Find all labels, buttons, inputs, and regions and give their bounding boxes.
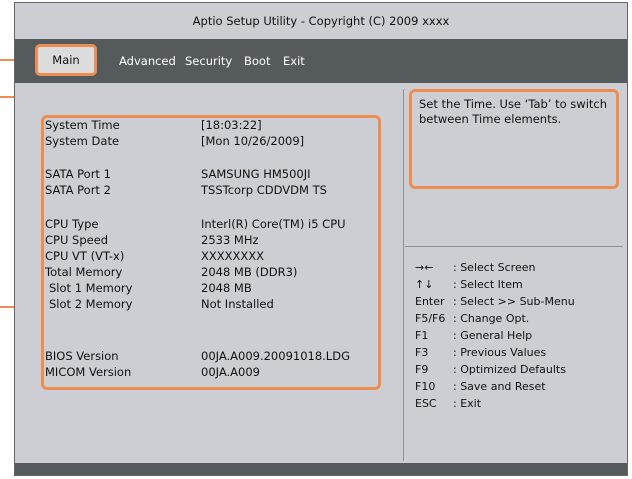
bios-window: Aptio Setup Utility - Copyright (C) 2009…: [14, 2, 628, 476]
key-hint-desc: : Select Screen: [453, 261, 536, 274]
bios-version-value: 00JA.A009.20091018.LDG: [201, 349, 350, 363]
micom-version-label: MICOM Version: [45, 365, 132, 379]
sata-port-2-value: TSSTcorp CDDVDM TS: [201, 183, 327, 197]
key-hint-save-reset: F10 : Save and Reset: [415, 380, 546, 393]
key-name: F9: [415, 363, 429, 376]
help-text: Set the Time. Use ‘Tab’ to switch betwee…: [419, 97, 608, 126]
menu-tab-boot[interactable]: Boot: [244, 39, 270, 83]
slot-1-memory-label: Slot 1 Memory: [49, 281, 133, 295]
help-pane: Set the Time. Use ‘Tab’ to switch betwee…: [405, 89, 623, 461]
menu-tab-security[interactable]: Security: [185, 39, 232, 83]
key-name: F10: [415, 380, 436, 393]
cpu-type-value: Interl(R) Core(TM) i5 CPU: [201, 217, 346, 231]
micom-version-value: 00JA.A009: [201, 365, 260, 379]
cpu-type-label: CPU Type: [45, 217, 99, 231]
key-hint-select-screen: →← : Select Screen: [415, 261, 535, 274]
system-time-value[interactable]: [18:03:22]: [201, 118, 262, 132]
sata-port-1-label: SATA Port 1: [45, 167, 111, 181]
slot-2-memory-value: Not Installed: [201, 297, 274, 311]
cpu-vt-value: XXXXXXXX: [201, 249, 265, 263]
key-hint-optimized-defaults: F9 : Optimized Defaults: [415, 363, 566, 376]
settings-pane: System Time [18:03:22] System Date [Mon …: [19, 89, 404, 461]
menu-tab-main[interactable]: Main: [35, 44, 97, 76]
arrows-left-right-icon: →←: [415, 261, 434, 274]
system-date-value[interactable]: [Mon 10/26/2009]: [201, 134, 304, 148]
system-time-label: System Time: [45, 118, 120, 132]
key-hint-desc: : Select Item: [453, 278, 523, 291]
menu-tab-advanced[interactable]: Advanced: [119, 39, 176, 83]
arrows-up-down-icon: ↑↓: [415, 278, 434, 291]
help-divider: [405, 246, 623, 247]
key-name: F3: [415, 346, 429, 359]
total-memory-label: Total Memory: [45, 265, 123, 279]
sata-port-1-value: SAMSUNG HM500JI: [201, 167, 311, 181]
total-memory-value: 2048 MB (DDR3): [201, 265, 298, 279]
menu-tab-exit[interactable]: Exit: [283, 39, 305, 83]
key-hint-desc: : General Help: [453, 329, 533, 342]
sata-port-2-label: SATA Port 2: [45, 183, 111, 197]
key-hint-change-opt: F5/F6 : Change Opt.: [415, 312, 529, 325]
cpu-vt-label: CPU VT (VT-x): [45, 249, 125, 263]
key-name: F5/F6: [415, 312, 446, 325]
system-date-label: System Date: [45, 134, 120, 148]
key-hint-exit: ESC : Exit: [415, 397, 481, 410]
slot-2-memory-label: Slot 2 Memory: [49, 297, 133, 311]
key-hint-desc: : Optimized Defaults: [453, 363, 566, 376]
key-name: ESC: [415, 397, 437, 410]
menu-bar: Main Advanced Security Boot Exit: [15, 39, 627, 83]
key-hint-previous-values: F3 : Previous Values: [415, 346, 546, 359]
key-hint-desc: : Previous Values: [453, 346, 547, 359]
key-hint-enter: Enter : Select >> Sub-Menu: [415, 295, 575, 308]
slot-1-memory-value: 2048 MB: [201, 281, 252, 295]
bottom-bar: [15, 463, 627, 475]
bios-version-label: BIOS Version: [45, 349, 119, 363]
window-title: Aptio Setup Utility - Copyright (C) 2009…: [15, 3, 627, 39]
key-hint-general-help: F1 : General Help: [415, 329, 532, 342]
key-name: F1: [415, 329, 429, 342]
key-hint-desc: : Exit: [453, 397, 482, 410]
key-hint-desc: : Change Opt.: [453, 312, 530, 325]
cpu-speed-label: CPU Speed: [45, 233, 109, 247]
key-hint-desc: : Select >> Sub-Menu: [453, 295, 575, 308]
key-hint-desc: : Save and Reset: [453, 380, 546, 393]
key-hint-select-item: ↑↓ : Select Item: [415, 278, 523, 291]
cpu-speed-value: 2533 MHz: [201, 233, 259, 247]
key-name: Enter: [415, 295, 445, 308]
menu-tab-main-label: Main: [52, 53, 80, 67]
